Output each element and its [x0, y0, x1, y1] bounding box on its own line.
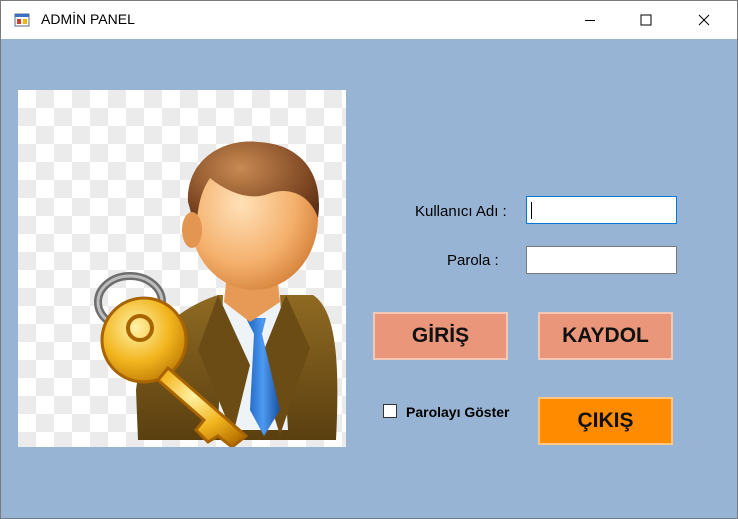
admin-user-key-icon [94, 141, 338, 447]
show-password-label[interactable]: Parolayı Göster [406, 404, 510, 420]
show-password-checkbox[interactable] [383, 404, 397, 418]
admin-picture [18, 90, 346, 447]
window-title: ADMİN PANEL [41, 11, 135, 27]
exit-button[interactable]: ÇIKIŞ [538, 397, 673, 445]
password-label: Parola : [447, 252, 499, 269]
maximize-button[interactable] [623, 1, 669, 39]
minimize-icon [585, 20, 595, 21]
login-button[interactable]: GİRİŞ [373, 312, 508, 360]
register-button[interactable]: KAYDOL [538, 312, 673, 360]
username-label: Kullanıcı Adı : [415, 203, 507, 220]
username-input[interactable] [526, 196, 677, 224]
close-button[interactable] [681, 1, 727, 39]
admin-panel-window: ADMİN PANEL Kullanıcı Adı: Parola: GİR… [0, 0, 738, 519]
app-window-icon [14, 13, 30, 27]
text-caret [531, 202, 532, 219]
close-icon [698, 14, 710, 26]
minimize-button[interactable] [567, 1, 613, 39]
maximize-icon [640, 14, 652, 26]
password-input[interactable] [526, 246, 677, 274]
title-bar[interactable]: ADMİN PANEL [1, 1, 737, 39]
